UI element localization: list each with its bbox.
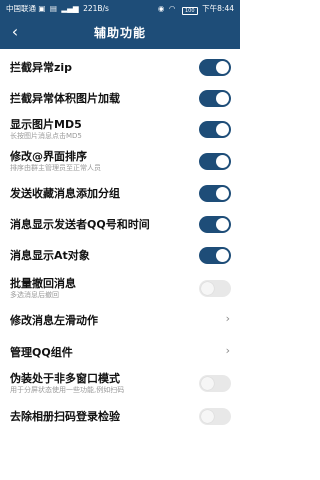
setting-row[interactable]: 修改消息左滑动作 › [0,306,240,334]
status-right: ◉ ◠ 100 下午8:44 [158,0,234,17]
setting-row[interactable]: 管理QQ组件 › [0,338,240,366]
clock: 下午8:44 [202,4,234,13]
toggle-switch-on[interactable] [199,215,231,233]
battery-level: 100 [184,8,195,14]
setting-row[interactable]: 消息显示At对象 [0,241,240,269]
setting-description: 排序由群主管理员至正常人员 [10,164,101,172]
setting-description: 长按图片消息点击MD5 [10,132,82,140]
status-left: 中国联通 ▣ ▤ ▂▄▆ 221B/s [6,0,109,17]
chevron-right-icon: › [225,312,230,325]
status-bar: 中国联通 ▣ ▤ ▂▄▆ 221B/s ◉ ◠ 100 下午8:44 [0,0,240,17]
toggle-knob [216,122,229,136]
setting-label: 伪装处于非多窗口模式 [10,372,120,385]
toggle-knob [216,60,229,74]
page-title: 辅助功能 [93,26,146,40]
battery-icon: 100 [181,7,198,15]
setting-label: 修改@界面排序 [10,150,87,163]
toggle-switch-off[interactable] [199,374,231,392]
setting-label: 消息显示At对象 [10,249,90,262]
toggle-knob [201,281,214,295]
setting-row[interactable]: 去除相册扫码登录检验 [0,402,240,430]
toggle-switch-on[interactable] [199,246,231,264]
toggle-knob [216,91,229,105]
setting-label: 显示图片MD5 [10,118,82,131]
toggle-knob [216,248,229,262]
net-speed: 221B/s [83,4,109,13]
toggle-switch-on[interactable] [199,89,231,107]
toggle-switch-on[interactable] [199,58,231,76]
toggle-switch-on[interactable] [199,184,231,202]
setting-label: 拦截异常zip [10,61,73,74]
wifi-icon: ◠ [168,4,176,13]
setting-row[interactable]: 修改@界面排序 排序由群主管理员至正常人员 [0,147,240,175]
toggle-knob [216,186,229,200]
setting-description: 用于分屏状态使用一些功能,例如扫码 [10,386,125,394]
setting-label: 修改消息左滑动作 [10,314,98,327]
toggle-switch-off[interactable] [199,407,231,425]
chevron-right-icon: › [225,344,230,357]
setting-label: 消息显示发送者QQ号和时间 [10,218,150,231]
toggle-knob [201,409,214,423]
setting-row[interactable]: 拦截异常zip [0,53,240,81]
image-icon: ▤ [49,4,57,13]
setting-row[interactable]: 批量撤回消息 多选消息后撤回 [0,274,240,302]
app-bar: ‹ 辅助功能 [0,17,240,49]
toggle-switch-off[interactable] [199,279,231,297]
setting-row[interactable]: 发送收藏消息添加分组 [0,179,240,207]
setting-row[interactable]: 伪装处于非多窗口模式 用于分屏状态使用一些功能,例如扫码 [0,369,240,397]
setting-label: 发送收藏消息添加分组 [10,187,120,200]
toggle-knob [201,376,214,390]
eye-icon: ◉ [157,4,165,13]
notification-icon: ▣ [38,4,46,13]
toggle-switch-on[interactable] [199,152,231,170]
toggle-knob [216,154,229,168]
carrier-label: 中国联通 [6,4,36,13]
setting-label: 管理QQ组件 [10,346,73,359]
setting-row[interactable]: 消息显示发送者QQ号和时间 [0,210,240,238]
setting-label: 拦截异常体积图片加载 [10,92,120,105]
setting-label: 批量撤回消息 [10,277,76,290]
signal-icon: ▂▄▆ [61,4,79,13]
setting-row[interactable]: 显示图片MD5 长按图片消息点击MD5 [0,115,240,143]
setting-label: 去除相册扫码登录检验 [10,410,120,423]
toggle-switch-on[interactable] [199,120,231,138]
toggle-knob [216,217,229,231]
setting-row[interactable]: 拦截异常体积图片加载 [0,84,240,112]
setting-description: 多选消息后撤回 [10,291,59,299]
